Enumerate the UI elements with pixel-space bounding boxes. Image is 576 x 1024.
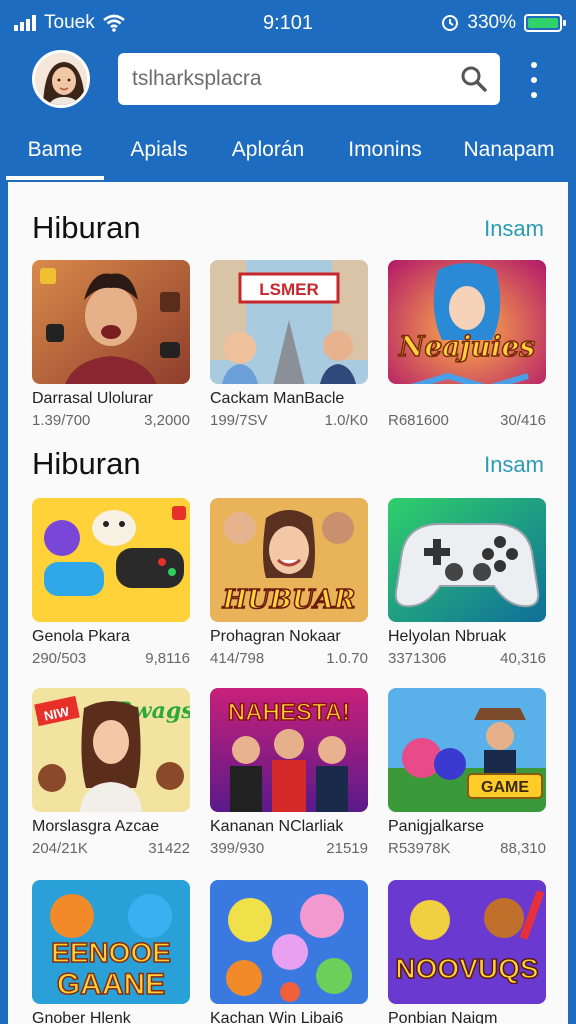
game-thumbnail: HUBUAR [210,498,368,622]
game-card[interactable]: NAHESTA! Kananan NClarliak 399/930 21519 [210,688,368,857]
content-area: Hiburan Insam Hiburan Insam Darrasal Ulo… [8,182,568,1024]
game-title: Ponbian Naigm [388,1010,498,1024]
game-stat-right: 30/416 [500,412,546,429]
game-thumbnail: EENOOE GAANE [32,880,190,1004]
game-card[interactable]: Darrasal Ulolurar 1.39/700 3,2000 [32,260,190,429]
game-stat-right: 3,2000 [144,412,190,429]
game-thumbnail [388,498,546,622]
section-more-link[interactable]: Insam [484,216,544,242]
battery-icon [524,14,566,32]
game-stat-left: 3371306 [388,650,447,667]
game-card[interactable]: HUBUAR Prohagran Nokaar 414/798 1.0.70 [210,498,368,667]
game-stat-left: 199/7SV [210,412,268,429]
status-bar: Touek 9:101 330% [0,0,576,46]
game-card[interactable]: NIW Rwags Morslasgra Azcae 204/21K 31422 [32,688,190,857]
section-title: Hiburan [32,210,141,245]
tab-nanapam[interactable]: Nanapam [442,120,576,180]
tab-bame[interactable]: Bame [0,120,110,180]
thumbnail-label: NOOVUQS [395,953,538,984]
game-thumbnail: LSMER [210,260,368,384]
thumbnail-label: HUBUAR [222,585,356,615]
section-header: Hiburan Insam [8,446,568,490]
game-title: Cackam ManBacle [210,390,345,407]
thumbnail-label: Neajuies [398,330,535,363]
game-stat-right: 21519 [326,840,368,857]
tab-apials[interactable]: Apials [110,120,208,180]
game-stat-right: 88,310 [500,840,546,857]
thumbnail-label: GAME [481,779,529,796]
thumbnail-label: NAHESTA! [228,699,350,726]
alarm-icon [442,15,459,31]
game-thumbnail: NIW Rwags [32,688,190,812]
game-card[interactable]: Neajuies R681600 30/416 [388,260,546,429]
game-title: Kachan Win Libai6 [210,1010,344,1024]
app-frame: Touek 9:101 330% tslharksplacra Bame Api… [0,0,576,1024]
game-title: Genola Pkara [32,628,130,645]
game-stat-right: 40,316 [500,650,546,667]
search-icon[interactable] [460,65,488,93]
game-stat-right: 9,8116 [145,650,190,667]
tab-bar: Bame Apials Aplorán Imonins Nanapam [0,120,576,180]
game-stat-left: R681600 [388,412,449,429]
game-thumbnail: Neajuies [388,260,546,384]
game-title: Helyolan Nbruak [388,628,507,645]
game-stat-left: 204/21K [32,840,88,857]
section-header: Hiburan Insam [8,210,568,254]
game-card[interactable]: LSMER Cackam ManBacle 199/7SV 1.0/K0 [210,260,368,429]
game-card[interactable]: Helyolan Nbruak 3371306 40,316 [388,498,546,667]
thumbnail-label: GAANE [57,968,165,1001]
game-title: Prohagran Nokaar [210,628,341,645]
game-title: Darrasal Ulolurar [32,390,153,407]
game-thumbnail [210,880,368,1004]
search-bar [118,53,500,105]
game-card[interactable]: Genola Pkara 290/503 9,8116 [32,498,190,667]
thumbnail-label: EENOOE [51,937,171,968]
battery-percent: 330% [467,12,516,33]
game-stat-left: 399/930 [210,840,265,857]
game-stat-left: R53978K [388,840,451,857]
game-title: Gnober Hlenk [32,1010,131,1024]
game-stat-right: 1.0.70 [326,650,368,667]
thumbnail-label: LSMER [259,280,319,299]
game-card[interactable]: GAME Panigjalkarse R53978K 88,310 [388,688,546,857]
game-stat-right: 31422 [148,840,190,857]
game-stat-left: 1.39/700 [32,412,91,429]
section-more-link[interactable]: Insam [484,452,544,478]
tab-aploran[interactable]: Aplorán [208,120,328,180]
game-thumbnail [32,260,190,384]
game-thumbnail: NAHESTA! [210,688,368,812]
game-stat-left: 290/503 [32,650,87,667]
avatar[interactable] [32,50,90,108]
more-menu-icon[interactable] [524,62,544,98]
game-title: Kananan NClarliak [210,818,344,835]
game-thumbnail: GAME [388,688,546,812]
game-stat-left: 414/798 [210,650,265,667]
game-thumbnail [32,498,190,622]
game-card[interactable]: NOOVUQS Ponbian Naigm [388,880,546,1024]
game-card[interactable]: EENOOE GAANE Gnober Hlenk [32,880,190,1024]
game-card[interactable]: Kachan Win Libai6 [210,880,368,1024]
game-title: Morslasgra Azcae [32,818,160,835]
tab-imonins[interactable]: Imonins [328,120,442,180]
search-input[interactable] [132,53,452,105]
section-title: Hiburan [32,446,141,481]
game-title: Panigjalkarse [388,818,485,835]
game-thumbnail: NOOVUQS [388,880,546,1004]
game-title [388,390,546,410]
game-stat-right: 1.0/K0 [324,412,368,429]
